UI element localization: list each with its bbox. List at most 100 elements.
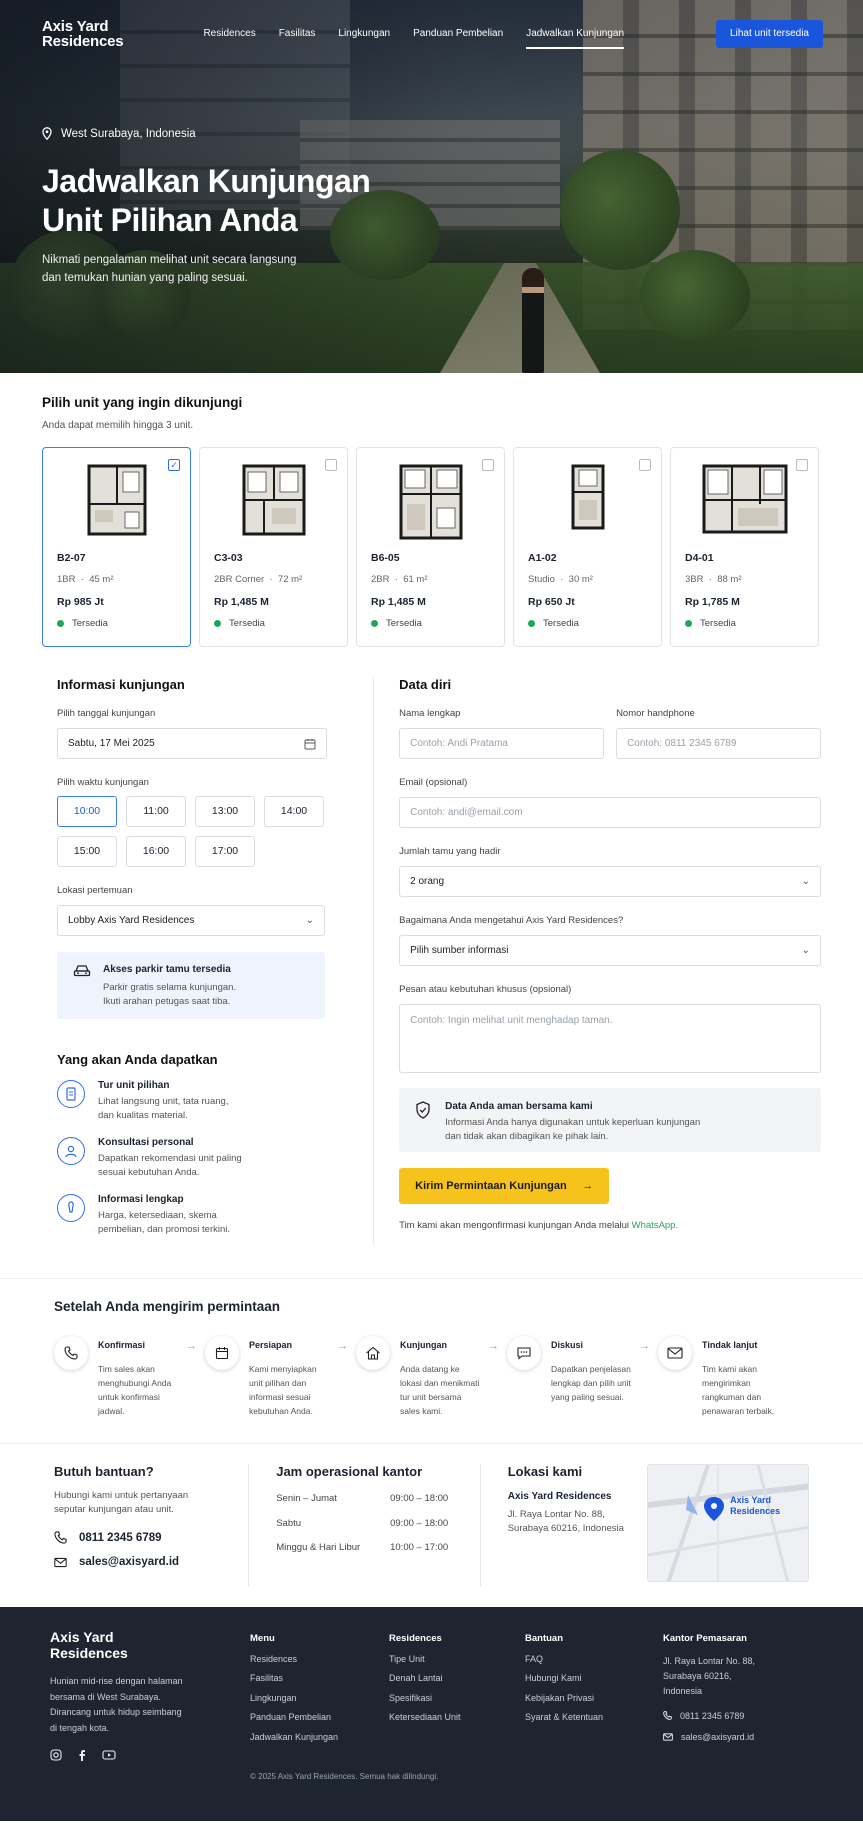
unit-code: B2-07	[57, 552, 86, 564]
step-item: Konfirmasi Tim sales akan menghubungi And…	[54, 1336, 204, 1418]
footer-link[interactable]: Denah Lantai	[389, 1673, 461, 1683]
footer-link[interactable]: Lingkungan	[250, 1693, 338, 1703]
message-textarea[interactable]: Contoh: Ingin melihat unit menghadap tam…	[399, 1004, 821, 1073]
unit-spec: 2BR · 61 m²	[371, 574, 428, 585]
footer-logo[interactable]: Axis Yard Residences	[50, 1629, 128, 1661]
parking-info: Akses parkir tamu tersedia Parkir gratis…	[57, 952, 325, 1019]
status-dot	[57, 620, 64, 627]
guests-label: Jumlah tamu yang hadir	[399, 846, 501, 857]
floor-plan-icon	[242, 464, 305, 536]
location-map[interactable]: Axis Yard Residences	[647, 1464, 809, 1582]
footer-link[interactable]: Spesifikasi	[389, 1693, 461, 1703]
privacy-note: Data Anda aman bersama kami Informasi An…	[399, 1088, 821, 1152]
footer-link[interactable]: Jadwalkan Kunjungan	[250, 1732, 338, 1742]
time-slot-1300[interactable]: 13:00	[195, 796, 255, 827]
whatsapp-link[interactable]: WhatsApp.	[632, 1220, 678, 1231]
email-input[interactable]: Contoh: andi@email.com	[399, 797, 821, 828]
phone-input[interactable]: Contoh: 0811 2345 6789	[616, 728, 821, 759]
footer-residences: Residences Tipe Unit Denah Lantai Spesif…	[389, 1633, 461, 1722]
instagram-icon[interactable]	[50, 1749, 62, 1761]
unit-checkbox[interactable]	[796, 459, 808, 471]
footer-email[interactable]: sales@axisyard.id	[663, 1732, 755, 1742]
footer-link[interactable]: Tipe Unit	[389, 1654, 461, 1664]
time-slot-1600[interactable]: 16:00	[126, 836, 186, 867]
unit-checkbox-checked[interactable]: ✓	[168, 459, 180, 471]
unit-card-a1-02[interactable]: A1-02 Studio · 30 m² Rp 650 Jt Tersedia	[513, 447, 662, 647]
unit-spec: 2BR Corner · 72 m²	[214, 574, 303, 585]
source-select[interactable]: Pilih sumber informasi ⌄	[399, 935, 821, 966]
hero-section: Axis Yard Residences Residences Fasilita…	[0, 0, 863, 373]
copyright: © 2025 Axis Yard Residences. Semua hak d…	[250, 1772, 439, 1781]
footer-link[interactable]: Ketersediaan Unit	[389, 1712, 461, 1722]
time-label: Pilih waktu kunjungan	[57, 777, 149, 788]
unit-checkbox[interactable]	[325, 459, 337, 471]
hours-title: Jam operasional kantor	[276, 1464, 423, 1479]
see-units-button[interactable]: Lihat unit tersedia	[716, 20, 823, 48]
next-steps-section: Setelah Anda mengirim permintaan Konfirm…	[0, 1278, 863, 1443]
benefit-item: Tur unit pilihan Lihat langsung unit, tat…	[57, 1080, 348, 1123]
unit-card-b2-07[interactable]: ✓ B2-07 1BR · 45 m² Rp 985 Jt Tersedia	[42, 447, 191, 647]
chevron-down-icon: ⌄	[801, 945, 810, 956]
chevron-down-icon: ⌄	[305, 915, 314, 926]
status-dot	[371, 620, 378, 627]
meeting-label: Lokasi pertemuan	[57, 885, 133, 896]
benefits-title: Yang akan Anda dapatkan	[57, 1052, 218, 1067]
unit-price: Rp 650 Jt	[528, 596, 575, 608]
guests-select[interactable]: 2 orang ⌄	[399, 866, 821, 897]
submit-visit-button[interactable]: Kirim Permintaan Kunjungan →	[399, 1168, 610, 1204]
youtube-icon[interactable]	[102, 1749, 116, 1761]
footer-link[interactable]: Residences	[250, 1654, 338, 1664]
location-address: Jl. Raya Lontar No. 88, Surabaya 60216, I…	[507, 1509, 624, 1534]
visit-form: Informasi kunjungan Pilih tanggal kunjun…	[0, 677, 863, 1245]
time-slot-1500[interactable]: 15:00	[57, 836, 117, 867]
nav-link-fasilitas[interactable]: Fasilitas	[279, 28, 316, 49]
footer-link[interactable]: Kebijakan Privasi	[525, 1693, 603, 1703]
time-slot-1700[interactable]: 17:00	[195, 836, 255, 867]
nav-link-lingkungan[interactable]: Lingkungan	[338, 28, 390, 49]
footer-link[interactable]: Hubungi Kami	[525, 1673, 603, 1683]
time-slot-1400[interactable]: 14:00	[264, 796, 324, 827]
help-phone[interactable]: 0811 2345 6789	[54, 1531, 221, 1544]
nav-link-jadwalkan[interactable]: Jadwalkan Kunjungan	[526, 28, 625, 49]
source-label: Bagaimana Anda mengetahui Axis Yard Resi…	[399, 915, 624, 926]
unit-card-d4-01[interactable]: D4-01 3BR · 88 m² Rp 1,785 M Tersedia	[670, 447, 819, 647]
unit-checkbox[interactable]	[639, 459, 651, 471]
meeting-location-select[interactable]: Lobby Axis Yard Residences ⌄	[57, 905, 325, 936]
date-picker[interactable]: Sabtu, 17 Mei 2025	[57, 728, 327, 759]
mail-icon	[663, 1732, 673, 1741]
hero-subtitle: Nikmati pengalaman melihat unit secara l…	[42, 254, 297, 284]
unit-selection: Pilih unit yang ingin dikunjungi Anda da…	[0, 373, 863, 647]
unit-checkbox[interactable]	[482, 459, 494, 471]
footer-link[interactable]: FAQ	[525, 1654, 603, 1664]
unit-card-c3-03[interactable]: C3-03 2BR Corner · 72 m² Rp 1,485 M Ters…	[199, 447, 348, 647]
unit-price: Rp 1,485 M	[214, 596, 269, 608]
benefit-item: Konsultasi personal Dapatkan rekomendasi …	[57, 1137, 348, 1180]
nav-link-residences[interactable]: Residences	[203, 28, 255, 49]
unit-code: A1-02	[528, 552, 557, 564]
site-footer: Axis Yard Residences Hunian mid-rise deng…	[0, 1607, 863, 1821]
logo[interactable]: Axis Yard Residences	[42, 19, 124, 49]
top-nav: Axis Yard Residences Residences Fasilita…	[42, 18, 823, 50]
help-desc: Hubungi kami untuk pertanyaan seputar kun…	[54, 1490, 189, 1515]
nav-link-panduan[interactable]: Panduan Pembelian	[413, 28, 503, 49]
footer-phone[interactable]: 0811 2345 6789	[663, 1711, 755, 1721]
name-label: Nama lengkap	[399, 708, 461, 719]
footer-link[interactable]: Fasilitas	[250, 1673, 338, 1683]
date-label: Pilih tanggal kunjungan	[57, 708, 156, 719]
unit-card-b6-05[interactable]: B6-05 2BR · 61 m² Rp 1,485 M Tersedia	[356, 447, 505, 647]
step-item: Persiapan Kami menyiapkan unit pilihan da…	[205, 1336, 355, 1418]
phone-icon	[54, 1531, 67, 1544]
time-slot-1000[interactable]: 10:00	[57, 796, 117, 827]
name-input[interactable]: Contoh: Andi Pratama	[399, 728, 605, 759]
footer-link[interactable]: Syarat & Ketentuan	[525, 1712, 603, 1722]
step-item: Kunjungan Anda datang ke lokasi dan menik…	[356, 1336, 506, 1418]
facebook-icon[interactable]	[76, 1749, 88, 1761]
calendar-icon	[304, 739, 316, 750]
floor-plan-icon	[399, 464, 462, 540]
footer-office: Kantor Pemasaran Jl. Raya Lontar No. 88,…	[663, 1633, 756, 1742]
help-email[interactable]: sales@axisyard.id	[54, 1556, 221, 1568]
arrow-right-icon: →	[582, 1180, 594, 1192]
footer-link[interactable]: Panduan Pembelian	[250, 1712, 338, 1722]
phone-label: Nomor handphone	[616, 708, 695, 719]
time-slot-1100[interactable]: 11:00	[126, 796, 186, 827]
